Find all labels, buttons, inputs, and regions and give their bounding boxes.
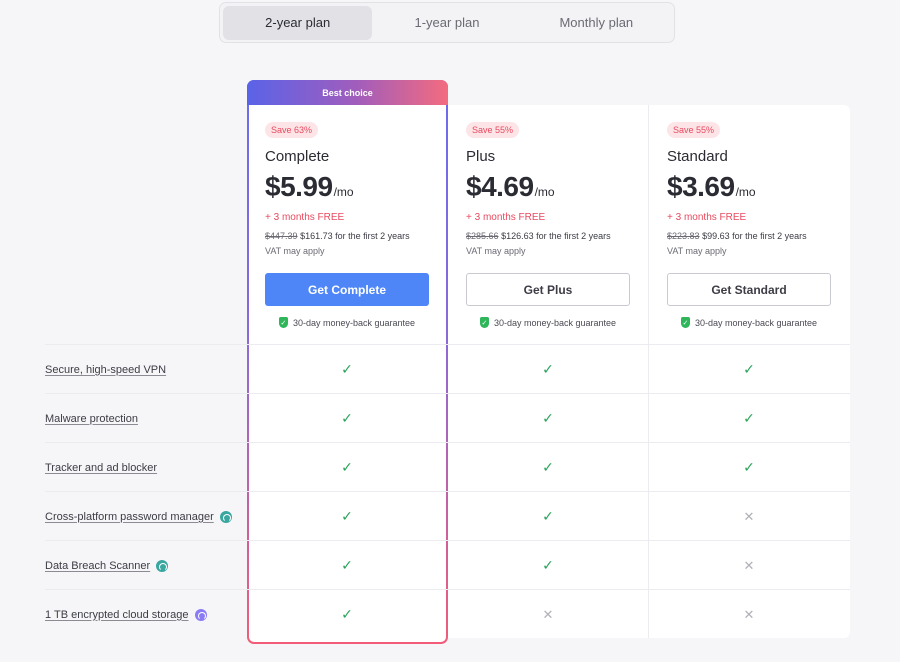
- shield-check-icon: ✓: [278, 317, 288, 328]
- shield-check-icon: ✓: [479, 317, 489, 328]
- plan-name: Complete: [265, 148, 330, 165]
- feature-row: Tracker and ad blocker ✓ ✓ ✓: [45, 442, 850, 491]
- feature-label-text[interactable]: Cross-platform password manager: [45, 511, 214, 523]
- get-standard-button[interactable]: Get Standard: [667, 273, 831, 306]
- plan-name: Standard: [667, 148, 728, 165]
- original-price: $285.66: [466, 231, 499, 241]
- original-price: $223.83: [667, 231, 700, 241]
- feature-label[interactable]: Cross-platform password manager: [45, 492, 232, 541]
- guarantee-text: 30-day money-back guarantee: [292, 317, 416, 328]
- breach-scanner-icon: [156, 559, 169, 572]
- cross-icon: ✕: [743, 606, 755, 622]
- cross-icon: ✕: [743, 508, 755, 524]
- plan-card-standard: Save 55% Standard $3.69 /mo + 3 months F…: [649, 120, 849, 328]
- save-badge: Save 55%: [466, 122, 520, 138]
- cloud-storage-icon: [194, 608, 207, 621]
- price-line: $5.99 /mo: [265, 171, 447, 203]
- billing-info: $223.83 $99.63 for the first 2 years: [667, 231, 849, 241]
- check-icon: ✓: [341, 557, 353, 573]
- original-price: $447.39: [265, 231, 298, 241]
- check-icon: ✓: [743, 410, 755, 426]
- tab-2-year-plan[interactable]: 2-year plan: [223, 5, 373, 40]
- feature-row: 1 TB encrypted cloud storage ✓ ✕ ✕: [45, 589, 850, 638]
- check-icon: ✓: [542, 508, 554, 524]
- cross-icon: ✕: [743, 557, 755, 573]
- feature-label[interactable]: Malware protection: [45, 394, 138, 443]
- feature-row: Secure, high-speed VPN ✓ ✓ ✓: [45, 344, 850, 393]
- free-months-offer: + 3 months FREE: [466, 212, 546, 223]
- billing-info: $285.66 $126.63 for the first 2 years: [466, 231, 648, 241]
- money-back-guarantee: ✓ 30-day money-back guarantee: [265, 317, 429, 328]
- feature-row: Data Breach Scanner ✓ ✓ ✕: [45, 540, 850, 589]
- vat-note: VAT may apply: [667, 246, 727, 256]
- check-icon: ✓: [341, 410, 353, 426]
- billing-info: $447.39 $161.73 for the first 2 years: [265, 231, 447, 241]
- check-icon: ✓: [341, 606, 353, 622]
- check-icon: ✓: [542, 361, 554, 377]
- money-back-guarantee: ✓ 30-day money-back guarantee: [466, 317, 630, 328]
- feature-label-text[interactable]: Malware protection: [45, 413, 138, 425]
- vat-note: VAT may apply: [265, 246, 325, 256]
- feature-label-text[interactable]: Tracker and ad blocker: [45, 462, 157, 474]
- free-months-offer: + 3 months FREE: [265, 212, 345, 223]
- cross-icon: ✕: [542, 606, 554, 622]
- check-icon: ✓: [743, 459, 755, 475]
- money-back-guarantee: ✓ 30-day money-back guarantee: [667, 317, 831, 328]
- shield-check-icon: ✓: [680, 317, 690, 328]
- feature-row: Cross-platform password manager ✓ ✓ ✕: [45, 491, 850, 540]
- plan-duration-switcher: 2-year plan 1-year plan Monthly plan: [219, 2, 675, 43]
- free-months-offer: + 3 months FREE: [667, 212, 747, 223]
- check-icon: ✓: [341, 508, 353, 524]
- billing-total: $161.73 for the first 2 years: [300, 231, 410, 241]
- check-icon: ✓: [743, 361, 755, 377]
- price-period: /mo: [333, 185, 354, 199]
- password-manager-icon: [219, 510, 232, 523]
- feature-label-text[interactable]: 1 TB encrypted cloud storage: [45, 609, 189, 621]
- save-badge: Save 55%: [667, 122, 721, 138]
- best-choice-badge: Best choice: [247, 80, 448, 105]
- plan-card-complete: Save 63% Complete $5.99 /mo + 3 months F…: [247, 120, 447, 328]
- plan-name: Plus: [466, 148, 496, 165]
- feature-label[interactable]: Tracker and ad blocker: [45, 443, 157, 492]
- tab-1-year-plan[interactable]: 1-year plan: [372, 6, 521, 40]
- feature-row: Malware protection ✓ ✓ ✓: [45, 393, 850, 442]
- get-plus-button[interactable]: Get Plus: [466, 273, 630, 306]
- price-line: $4.69 /mo: [466, 171, 648, 203]
- get-complete-button[interactable]: Get Complete: [265, 273, 429, 306]
- price-period: /mo: [534, 185, 555, 199]
- check-icon: ✓: [542, 410, 554, 426]
- feature-label[interactable]: Data Breach Scanner: [45, 541, 169, 590]
- guarantee-text: 30-day money-back guarantee: [694, 317, 818, 328]
- plan-price: $4.69: [466, 171, 534, 202]
- price-line: $3.69 /mo: [667, 171, 849, 203]
- vat-note: VAT may apply: [466, 246, 526, 256]
- feature-label[interactable]: 1 TB encrypted cloud storage: [45, 590, 207, 639]
- billing-total: $99.63 for the first 2 years: [702, 231, 807, 241]
- billing-total: $126.63 for the first 2 years: [501, 231, 611, 241]
- check-icon: ✓: [341, 459, 353, 475]
- guarantee-text: 30-day money-back guarantee: [493, 317, 617, 328]
- save-badge: Save 63%: [265, 122, 319, 138]
- tab-monthly-plan[interactable]: Monthly plan: [522, 6, 671, 40]
- check-icon: ✓: [341, 361, 353, 377]
- feature-label-text[interactable]: Secure, high-speed VPN: [45, 364, 166, 376]
- plan-card-plus: Save 55% Plus $4.69 /mo + 3 months FREE …: [448, 120, 648, 328]
- plan-price: $5.99: [265, 171, 333, 202]
- check-icon: ✓: [542, 459, 554, 475]
- feature-label-text[interactable]: Data Breach Scanner: [45, 560, 150, 572]
- price-period: /mo: [735, 185, 756, 199]
- check-icon: ✓: [542, 557, 554, 573]
- plan-price: $3.69: [667, 171, 735, 202]
- feature-label[interactable]: Secure, high-speed VPN: [45, 345, 166, 394]
